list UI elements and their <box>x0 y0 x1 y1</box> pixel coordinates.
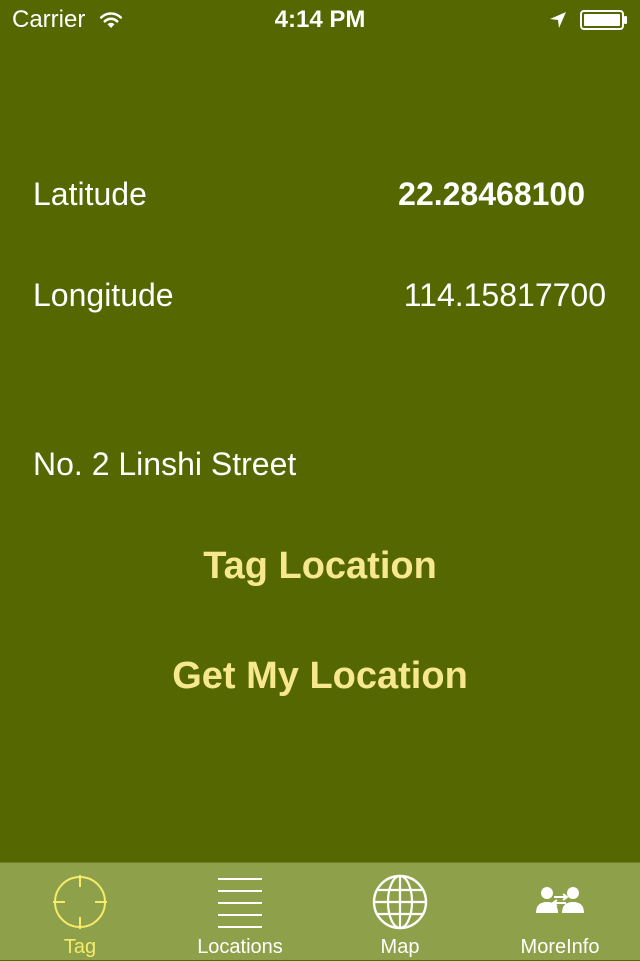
location-arrow-icon <box>550 12 566 28</box>
tab-map[interactable]: Map <box>320 863 480 961</box>
tab-moreinfo[interactable]: MoreInfo <box>480 863 640 961</box>
latitude-label: Latitude <box>33 176 147 212</box>
tab-label-map: Map <box>380 936 420 958</box>
tab-label-tag: Tag <box>63 936 97 958</box>
globe-icon <box>372 874 428 930</box>
tag-location-button[interactable]: Tag Location <box>0 543 640 589</box>
people-icon <box>536 887 584 913</box>
crosshair-icon <box>53 875 107 929</box>
tab-bar: Tag Locations Map MoreInfo <box>0 862 640 960</box>
get-my-location-button[interactable]: Get My Location <box>0 653 640 699</box>
tab-locations[interactable]: Locations <box>160 863 320 961</box>
latitude-value: 22.28468100 <box>398 176 585 212</box>
status-time: 4:14 PM <box>274 6 366 33</box>
longitude-value: 114.15817700 <box>403 277 606 313</box>
battery-icon <box>580 10 627 30</box>
status-bar: Carrier 4:14 PM <box>0 0 640 40</box>
list-lines-icon <box>218 878 262 928</box>
longitude-label: Longitude <box>33 277 174 313</box>
tab-label-locations: Locations <box>197 936 283 958</box>
tab-tag[interactable]: Tag <box>0 863 160 961</box>
tab-label-moreinfo: MoreInfo <box>520 936 600 958</box>
address-label: No. 2 Linshi Street <box>33 446 297 482</box>
